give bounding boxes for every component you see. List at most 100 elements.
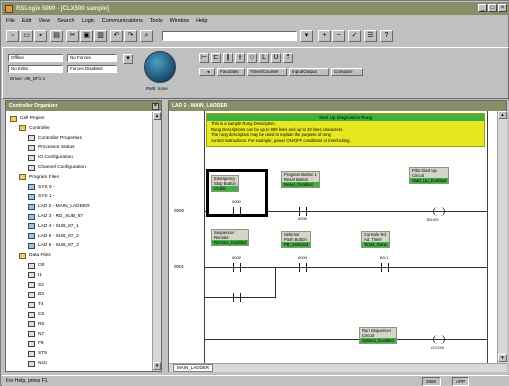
- tree-item[interactable]: LAD 5 - SUB_87_2: [28, 232, 79, 241]
- tree-item[interactable]: SYS 1 -: [28, 192, 55, 201]
- menu-tools[interactable]: Tools: [150, 18, 163, 24]
- ladder-hscrollbar[interactable]: MAIN_LADDER: [169, 363, 507, 372]
- tree-item[interactable]: I1: [28, 271, 42, 280]
- rung-comment[interactable]: Start Up Diagnostics Rung This is a samp…: [206, 113, 485, 147]
- menu-search[interactable]: Search: [57, 18, 74, 24]
- branch-icon[interactable]: ⊏: [211, 53, 221, 63]
- ote-coil[interactable]: [433, 207, 445, 216]
- verify-icon[interactable]: ✓: [348, 30, 361, 42]
- tab-compare[interactable]: Compare: [331, 68, 363, 76]
- scroll-up-icon[interactable]: ▴: [153, 112, 161, 120]
- ote-coil-icon[interactable]: ○: [247, 53, 257, 63]
- xic-contact[interactable]: [297, 207, 309, 216]
- tree-item[interactable]: Program Files: [19, 173, 59, 182]
- osr-icon[interactable]: ⇡: [283, 53, 293, 63]
- xic-contact[interactable]: [231, 207, 243, 216]
- properties-icon[interactable]: ☰: [364, 30, 377, 42]
- tree-item[interactable]: LAD 4 - SUB_87_1: [28, 222, 79, 231]
- tree-item[interactable]: LAD 6 - SUB_87_3: [28, 241, 79, 250]
- menu-file[interactable]: File: [6, 18, 15, 24]
- forces-combo[interactable]: No Forces: [67, 54, 117, 62]
- redo-icon[interactable]: ↷: [124, 30, 137, 42]
- tree-item[interactable]: Processor Status: [28, 143, 75, 152]
- maximize-button[interactable]: □: [488, 4, 497, 12]
- menu-communications[interactable]: Communications: [102, 18, 143, 24]
- ladder-scrollbar[interactable]: ▴ ▾: [497, 111, 507, 363]
- paste-icon[interactable]: ▥: [94, 30, 107, 42]
- online-status-globe-icon: [144, 51, 176, 83]
- tree-item[interactable]: B3: [28, 290, 44, 299]
- instruction-tag[interactable]: Selector Push Button PB_Selected: [281, 231, 312, 248]
- copy-icon[interactable]: ▣: [80, 30, 93, 42]
- left-arrow-icon[interactable]: ◂: [199, 68, 215, 76]
- tab-main-ladder[interactable]: MAIN_LADDER: [173, 364, 214, 372]
- tree-item[interactable]: N10: [28, 359, 47, 368]
- search-combo[interactable]: [162, 31, 297, 41]
- tab-timer-counter[interactable]: Timer/Counter: [247, 68, 287, 76]
- tab-favorites[interactable]: Favorites: [217, 68, 245, 76]
- organizer-close-icon[interactable]: ×: [152, 102, 159, 110]
- mode-combo[interactable]: Offline: [8, 54, 63, 62]
- tree-item[interactable]: LAD 2 - MAIN_LADDER: [28, 202, 90, 211]
- xic-contact[interactable]: [379, 263, 391, 272]
- tree-item[interactable]: Data Files: [19, 251, 51, 260]
- dropdown-arrow-icon[interactable]: ▾: [300, 30, 313, 42]
- tree-item[interactable]: C5: [28, 310, 44, 319]
- ladder-canvas[interactable]: Start Up Diagnostics Rung This is a samp…: [169, 111, 497, 363]
- otl-coil-icon[interactable]: L: [259, 53, 269, 63]
- open-file-icon[interactable]: ▭: [20, 30, 33, 42]
- forces-status[interactable]: Forces Disabled: [67, 65, 117, 73]
- rung-down-icon[interactable]: ▾: [123, 54, 133, 64]
- instruction-tag[interactable]: Sequencer Remote Remote_Enabled: [211, 229, 250, 246]
- tree-item[interactable]: F8: [28, 339, 44, 348]
- zoom-in-icon[interactable]: +: [318, 30, 331, 42]
- undo-icon[interactable]: ↶: [110, 30, 123, 42]
- instruction-tag[interactable]: Run Sequencer Circuit System_Enabled: [359, 327, 397, 344]
- menu-window[interactable]: Window: [170, 18, 190, 24]
- xic-contact[interactable]: [297, 263, 309, 272]
- tree-item[interactable]: S2: [28, 281, 44, 290]
- tree-item[interactable]: SYS 0 -: [28, 183, 55, 192]
- instruction-tag[interactable]: Console Rd Ad. Timer Timer_Done: [361, 231, 390, 248]
- scroll-down-icon[interactable]: ▾: [498, 354, 507, 362]
- instruction-tag[interactable]: Program Button 1 Reset Button Reset_Enab…: [281, 171, 320, 188]
- tree-item[interactable]: O0: [28, 261, 44, 270]
- tree-item[interactable]: Controller Properties: [28, 134, 82, 143]
- menu-edit[interactable]: Edit: [22, 18, 31, 24]
- zoom-out-icon[interactable]: −: [332, 30, 345, 42]
- branch-contact[interactable]: [231, 293, 243, 302]
- organizer-scrollbar[interactable]: ▴ ▾: [152, 112, 161, 371]
- xic-contact-icon[interactable]: ∥: [223, 53, 233, 63]
- instruction-tag[interactable]: Pilot Start Up Circuit Start_Up_Enabled: [409, 167, 450, 184]
- new-file-icon[interactable]: ▫: [6, 30, 19, 42]
- tree-item[interactable]: LAD 3 - RD_SUB_87: [28, 212, 83, 221]
- menu-view[interactable]: View: [38, 18, 50, 24]
- menu-logic[interactable]: Logic: [82, 18, 95, 24]
- tree-item[interactable]: R6: [28, 320, 44, 329]
- rung-icon[interactable]: ⊢: [199, 53, 209, 63]
- tree-item[interactable]: N7: [28, 330, 44, 339]
- scroll-up-icon[interactable]: ▴: [498, 111, 507, 119]
- minimize-button[interactable]: _: [478, 4, 487, 12]
- scroll-down-icon[interactable]: ▾: [153, 362, 161, 370]
- tree-item[interactable]: Cell Project: [10, 114, 45, 123]
- ote-coil[interactable]: [433, 335, 445, 344]
- save-icon[interactable]: ▪: [34, 30, 47, 42]
- instruction-tag[interactable]: Emergency Stop Button I:0.0/0: [211, 175, 239, 192]
- edits-combo[interactable]: No Edits: [8, 65, 63, 73]
- otu-coil-icon[interactable]: U: [271, 53, 281, 63]
- find-icon[interactable]: ⌕: [140, 30, 153, 42]
- print-icon[interactable]: ▤: [50, 30, 63, 42]
- xio-contact-icon[interactable]: ⫲: [235, 53, 245, 63]
- tree-item[interactable]: T4: [28, 300, 44, 309]
- menu-help[interactable]: Help: [196, 18, 207, 24]
- tree-item[interactable]: ST9: [28, 349, 47, 358]
- xic-contact[interactable]: [231, 263, 243, 272]
- close-button[interactable]: ×: [498, 4, 507, 12]
- tree-item[interactable]: IO Configuration: [28, 153, 73, 162]
- cut-icon[interactable]: ✂: [66, 30, 79, 42]
- help-icon[interactable]: ?: [380, 30, 393, 42]
- tree-item[interactable]: Controller: [19, 124, 50, 133]
- tab-input-output[interactable]: Input/Output: [289, 68, 329, 76]
- tree-item[interactable]: Channel Configuration: [28, 163, 86, 172]
